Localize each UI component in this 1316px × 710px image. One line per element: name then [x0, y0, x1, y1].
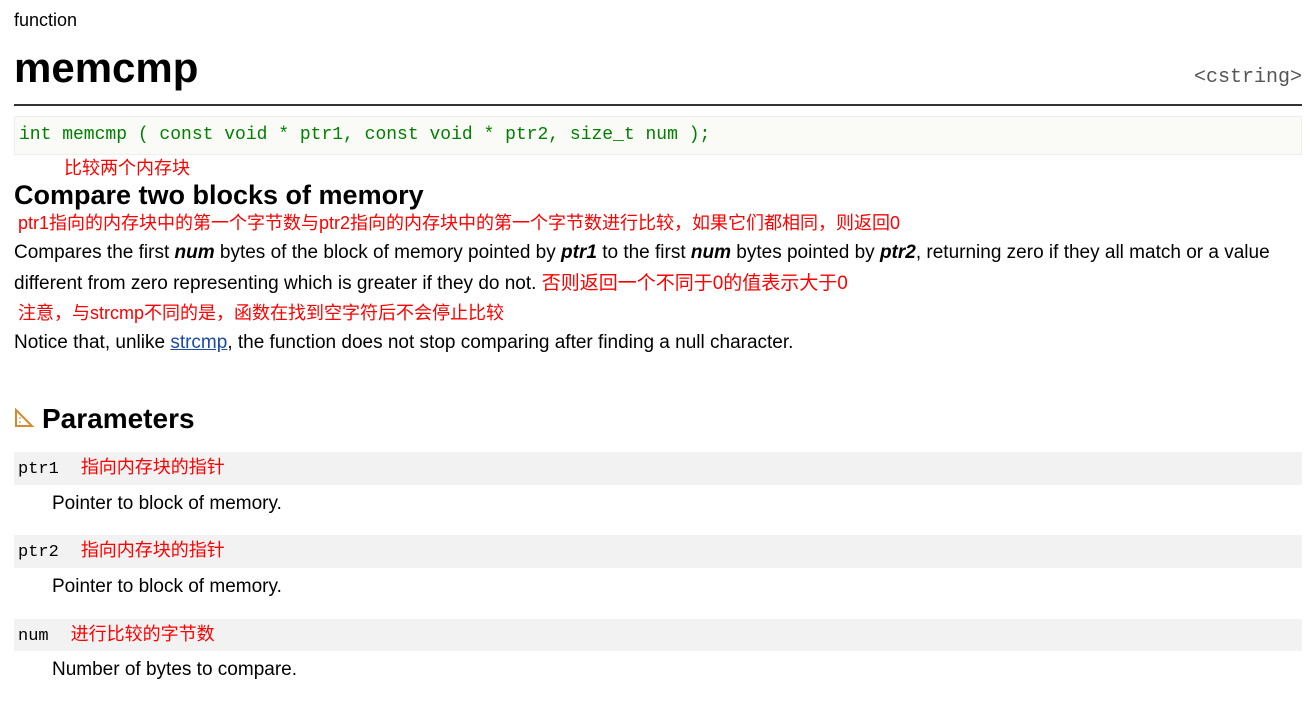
notice-text: , the function does not stop comparing a… — [227, 332, 793, 353]
strcmp-link[interactable]: strcmp — [170, 332, 227, 353]
subtitle: Compare two blocks of memory — [14, 177, 1302, 215]
desc-text: bytes of the block of memory pointed by — [215, 242, 561, 263]
param-desc-num: Number of bytes to compare. — [14, 651, 1302, 702]
annotation-notice: 注意，与strcmp不同的是，函数在找到空字符后不会停止比较 — [18, 301, 1302, 326]
param-name-num: num — [18, 625, 49, 649]
desc-text: to the first — [597, 242, 691, 263]
desc-em-ptr1: ptr1 — [561, 242, 597, 263]
annotation-param-num: 进行比较的字节数 — [71, 622, 215, 647]
param-desc-ptr1: Pointer to block of memory. — [14, 485, 1302, 536]
triangle-ruler-icon — [14, 408, 34, 428]
entity-kind: function — [14, 8, 1302, 33]
annotation-param-ptr2: 指向内存块的指针 — [81, 538, 225, 563]
notice-paragraph: Notice that, unlike strcmp, the function… — [14, 328, 1302, 358]
notice-text: Notice that, unlike — [14, 332, 170, 353]
desc-text: Compares the first — [14, 242, 175, 263]
annotation-param-ptr1: 指向内存块的指针 — [81, 455, 225, 480]
param-desc-ptr2: Pointer to block of memory. — [14, 568, 1302, 619]
section-parameters-title: Parameters — [42, 399, 195, 438]
section-parameters-head: Parameters — [14, 399, 1302, 438]
title-row: memcmp <cstring> — [14, 39, 1302, 106]
annotation-ptr1-desc: ptr1指向的内存块中的第一个字节数与ptr2指向的内存块中的第一个字节数进行比… — [18, 211, 1302, 236]
param-name-row: num 进行比较的字节数 — [14, 619, 1302, 652]
desc-em-num: num — [175, 242, 215, 263]
function-signature: int memcmp ( const void * ptr1, const vo… — [14, 116, 1302, 155]
param-name-row: ptr2 指向内存块的指针 — [14, 535, 1302, 568]
annotation-else-return: 否则返回一个不同于0的值表示大于0 — [542, 273, 848, 294]
page-title: memcmp — [14, 39, 198, 98]
desc-em-ptr2: ptr2 — [880, 242, 916, 263]
param-name-ptr2: ptr2 — [18, 541, 59, 565]
desc-text: bytes pointed by — [731, 242, 880, 263]
param-name-row: ptr1 指向内存块的指针 — [14, 452, 1302, 485]
param-name-ptr1: ptr1 — [18, 458, 59, 482]
desc-em-num: num — [691, 242, 731, 263]
header-include: <cstring> — [1194, 64, 1302, 92]
description-paragraph: Compares the first num bytes of the bloc… — [14, 238, 1302, 299]
